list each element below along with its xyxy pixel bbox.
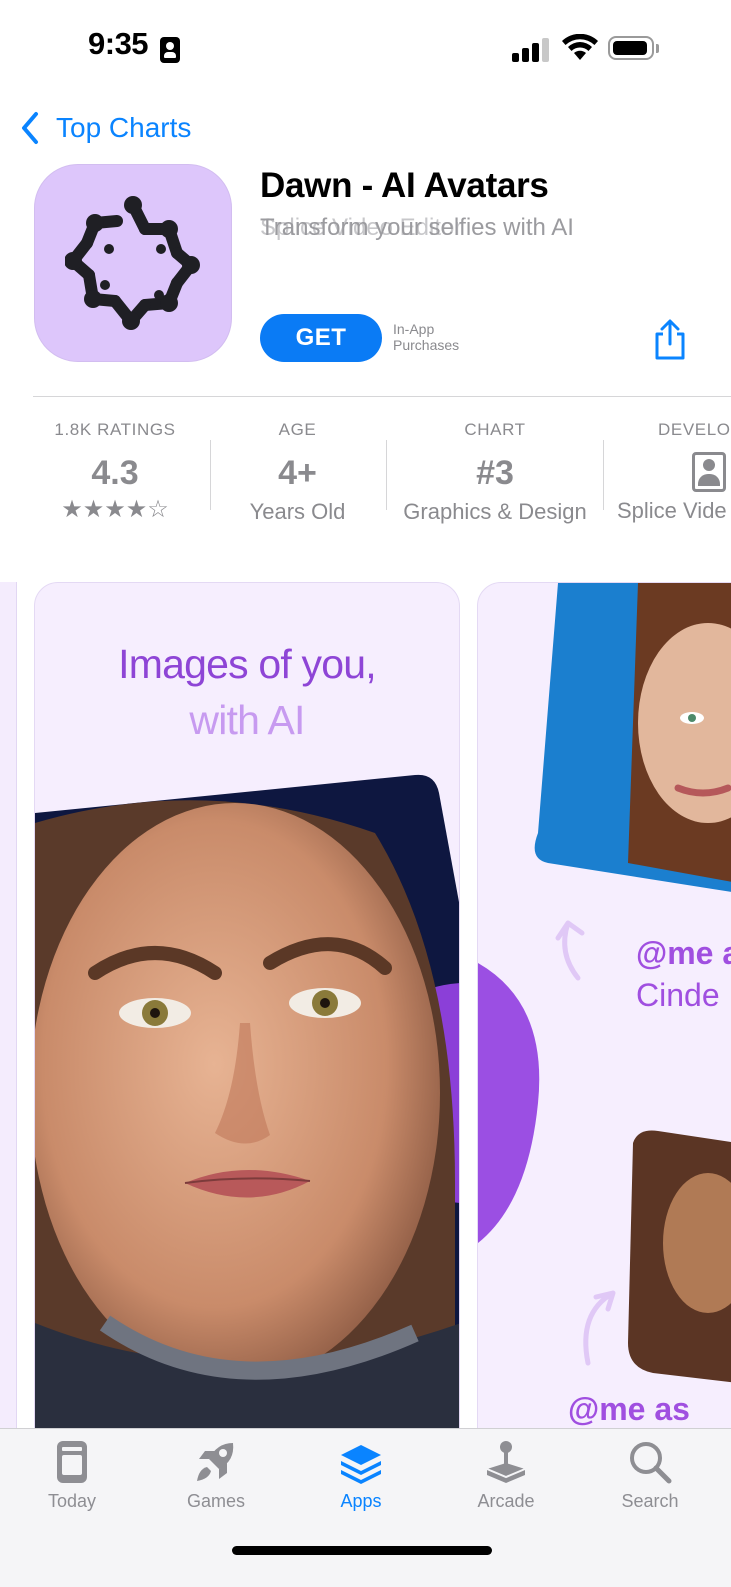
tab-apps[interactable]: Apps (306, 1439, 416, 1512)
in-app-line2: Purchases (393, 337, 460, 353)
apps-stack-icon (341, 1445, 381, 1484)
id-card-icon (160, 37, 180, 63)
age-sub: Years Old (249, 499, 346, 524)
tab-today-label: Today (47, 1491, 97, 1511)
promo-text-1b: Cinde (636, 977, 720, 1013)
developer-info[interactable]: DEVELO Splice Vide (617, 420, 731, 524)
ratings-info[interactable]: 1.8K RATINGS 4.3 ★★★★☆ (40, 420, 190, 524)
developer-name: Splice Vide (617, 498, 727, 523)
star-rating: ★★★★☆ (61, 496, 169, 523)
age-info[interactable]: AGE 4+ Years Old (230, 420, 365, 525)
tab-games[interactable]: Games (161, 1439, 271, 1512)
home-indicator[interactable] (232, 1546, 492, 1555)
battery-cap (656, 44, 659, 53)
chart-rank: #3 (476, 454, 514, 492)
status-time: 9:35 (88, 26, 149, 61)
age-value: 4+ (278, 454, 317, 492)
search-icon (630, 1442, 672, 1484)
today-icon (57, 1441, 87, 1483)
info-separator (603, 440, 604, 510)
tab-arcade[interactable]: Arcade (451, 1439, 561, 1512)
ratings-label: 1.8K RATINGS (54, 420, 176, 439)
battery-icon (608, 36, 654, 60)
tab-arcade-label: Arcade (477, 1491, 535, 1511)
dawn-logo-icon (65, 196, 200, 330)
get-button[interactable]: GET (260, 314, 382, 362)
promo-text-1a: @me a (636, 935, 731, 971)
cellular-signal-icon (512, 36, 552, 62)
screenshot-2[interactable]: @me a Cinde @me as (477, 582, 731, 1442)
chart-info[interactable]: CHART #3 Graphics & Design (396, 420, 594, 525)
person-icon (692, 452, 726, 492)
rocket-icon (197, 1443, 234, 1481)
wifi-icon (562, 34, 598, 60)
promo-text-2: @me as (568, 1391, 690, 1427)
screenshot-1[interactable]: Images of you, with AI (34, 582, 460, 1442)
back-label: Top Charts (56, 112, 192, 143)
header-divider (33, 396, 731, 397)
info-separator (210, 440, 211, 510)
in-app-purchases-note: In-App Purchases (393, 321, 459, 353)
in-app-line1: In-App (393, 321, 435, 337)
tab-bar: Today Games Apps Arcade Search (0, 1428, 731, 1587)
share-icon[interactable] (650, 318, 690, 360)
tab-games-label: Games (186, 1491, 246, 1511)
rating-value: 4.3 (91, 454, 139, 492)
chevron-left-icon (22, 112, 38, 144)
screenshot-headline-1: Images of you, (118, 641, 377, 687)
screenshot-headline-2: with AI (189, 697, 305, 743)
info-separator (386, 440, 387, 510)
developer-name-overlap: Splice Video Editor (260, 214, 463, 241)
joystick-icon (486, 1441, 526, 1483)
age-label: AGE (278, 420, 317, 439)
tab-search[interactable]: Search (595, 1439, 705, 1512)
back-button[interactable]: Top Charts (18, 108, 191, 148)
app-icon (34, 164, 232, 362)
tab-apps-label: Apps (340, 1491, 382, 1511)
developer-label: DEVELO (658, 420, 731, 439)
avatar-portrait-image (35, 774, 459, 1441)
chart-category: Graphics & Design (403, 499, 587, 524)
tab-today[interactable]: Today (17, 1439, 127, 1512)
chart-label: CHART (464, 420, 526, 439)
tab-search-label: Search (621, 1491, 679, 1511)
app-title: Dawn - AI Avatars (260, 166, 549, 205)
screenshot-previous-edge[interactable] (0, 582, 17, 1432)
